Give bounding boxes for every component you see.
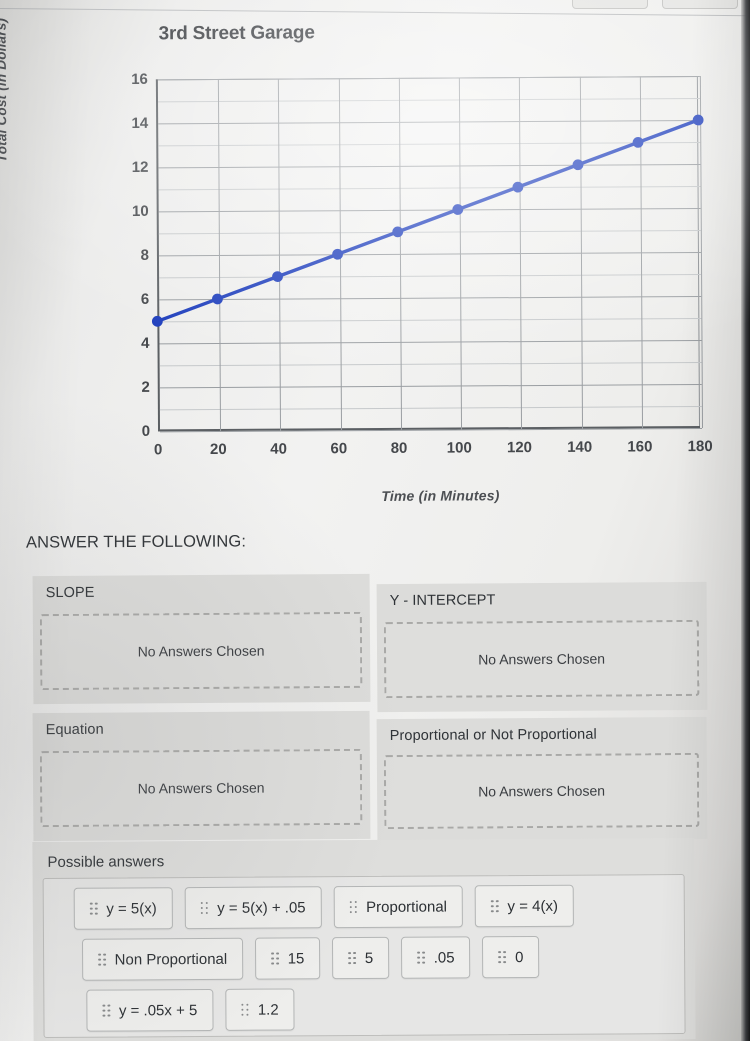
gridline-vertical bbox=[699, 76, 704, 429]
answer-chip-label: .05 bbox=[433, 948, 455, 967]
answer-chip[interactable]: 0 bbox=[482, 935, 540, 979]
answer-slot-y-intercept[interactable]: Y - INTERCEPT No Answers Chosen bbox=[376, 581, 708, 713]
data-point-marker bbox=[512, 181, 524, 193]
data-point-marker bbox=[632, 136, 644, 148]
possible-answers-label: Possible answers bbox=[47, 853, 165, 871]
possible-answers-panel: Possible answers y = 5(x) y = 5(x) + .05 P… bbox=[32, 837, 696, 1041]
possible-answers-chip-container: y = 5(x) y = 5(x) + .05 Proportional y = 4(… bbox=[42, 874, 686, 1038]
x-tick-label: 20 bbox=[209, 440, 227, 459]
y-tick-label: 16 bbox=[131, 70, 148, 88]
data-point-marker bbox=[272, 271, 283, 282]
chip-row: y = .05x + 5 1.2 bbox=[54, 986, 674, 1032]
answer-chip-label: y = .05x + 5 bbox=[118, 1001, 198, 1019]
drag-handle-icon[interactable] bbox=[89, 902, 98, 915]
chart-title: 3rd Street Garage bbox=[158, 22, 315, 45]
answer-chip[interactable]: Non Proportional bbox=[81, 937, 244, 981]
series-line bbox=[155, 118, 700, 324]
drag-handle-icon[interactable] bbox=[271, 952, 279, 965]
answer-chip-label: 1.2 bbox=[257, 1001, 279, 1019]
data-point-marker bbox=[151, 315, 163, 327]
answer-chip-label: 15 bbox=[287, 949, 305, 967]
drag-handle-icon[interactable] bbox=[200, 901, 209, 915]
answer-section-heading: ANSWER THE FOLLOWING: bbox=[25, 532, 247, 552]
answer-chip[interactable]: .05 bbox=[401, 936, 471, 979]
answer-chip-label: 5 bbox=[364, 949, 374, 967]
answer-chip-label: y = 4(x) bbox=[507, 897, 558, 915]
answer-slot-label: SLOPE bbox=[45, 584, 95, 602]
drag-handle-icon[interactable] bbox=[490, 899, 499, 913]
data-series-line bbox=[151, 114, 704, 327]
drag-handle-icon[interactable] bbox=[348, 951, 356, 965]
answer-chip-label: y = 5(x) + .05 bbox=[217, 898, 306, 917]
chart-card: 3rd Street Garage Total Cost (in Dollars… bbox=[0, 8, 750, 518]
answer-dropzone[interactable]: No Answers Chosen bbox=[383, 619, 700, 699]
answer-chip-label: y = 5(x) bbox=[106, 899, 157, 918]
x-tick-label: 80 bbox=[390, 439, 408, 457]
x-tick-label: 180 bbox=[687, 437, 713, 456]
answer-chip[interactable]: y = 4(x) bbox=[474, 884, 575, 928]
x-tick-label: 120 bbox=[506, 439, 533, 457]
answer-slot-label: Y - INTERCEPT bbox=[389, 592, 496, 610]
data-point-marker bbox=[332, 248, 344, 260]
y-tick-label: 14 bbox=[131, 114, 149, 132]
x-tick-label: 60 bbox=[330, 440, 348, 458]
answer-chip-label: Proportional bbox=[366, 897, 448, 916]
answer-chip-label: 0 bbox=[515, 948, 524, 966]
data-point-marker bbox=[392, 226, 404, 238]
chip-row: Non Proportional 15 5 .05 0 bbox=[54, 935, 674, 981]
answer-chip[interactable]: 5 bbox=[332, 936, 390, 980]
answer-chip[interactable]: Proportional bbox=[333, 885, 464, 929]
data-point-marker bbox=[692, 114, 704, 126]
answer-slot-proportionality[interactable]: Proportional or Not Proportional No Answ… bbox=[376, 716, 708, 842]
data-point-marker bbox=[572, 159, 584, 171]
x-tick-label: 100 bbox=[446, 439, 472, 457]
data-point-marker bbox=[452, 204, 464, 215]
answer-dropzone[interactable]: No Answers Chosen bbox=[39, 748, 363, 828]
y-tick-label: 2 bbox=[141, 378, 150, 396]
worksheet-page: 3rd Street Garage Total Cost (in Dollars… bbox=[0, 0, 750, 1041]
answer-chip[interactable]: y = .05x + 5 bbox=[86, 988, 214, 1032]
x-axis-label: Time (in Minutes) bbox=[381, 487, 500, 504]
y-axis-label: Total Cost (in Dollars) bbox=[0, 17, 10, 163]
drag-handle-icon[interactable] bbox=[241, 1003, 249, 1017]
x-tick-label: 0 bbox=[153, 441, 163, 459]
answer-chip[interactable]: 1.2 bbox=[225, 988, 295, 1031]
data-point-marker bbox=[212, 293, 223, 305]
y-tick-label: 8 bbox=[140, 246, 150, 264]
answer-slot-label: Equation bbox=[45, 721, 104, 739]
drag-handle-icon[interactable] bbox=[417, 951, 425, 964]
answer-chip[interactable]: y = 5(x) bbox=[73, 887, 173, 930]
drag-handle-icon[interactable] bbox=[498, 950, 507, 964]
y-tick-label: 0 bbox=[141, 422, 151, 440]
screen-bezel-right bbox=[741, 0, 750, 1041]
y-tick-label: 10 bbox=[131, 202, 149, 220]
x-tick-label: 140 bbox=[567, 438, 593, 456]
answer-chip-label: Non Proportional bbox=[114, 950, 228, 969]
y-tick-label: 4 bbox=[141, 334, 150, 352]
drag-handle-icon[interactable] bbox=[98, 953, 106, 966]
y-tick-label: 6 bbox=[140, 290, 150, 308]
drag-handle-icon[interactable] bbox=[102, 1004, 110, 1017]
answer-dropzone[interactable]: No Answers Chosen bbox=[383, 752, 700, 830]
chip-row: y = 5(x) y = 5(x) + .05 Proportional y = 4(… bbox=[54, 884, 674, 930]
x-tick-label: 160 bbox=[627, 438, 653, 456]
answer-slot-label: Proportional or Not Proportional bbox=[389, 726, 597, 745]
drag-handle-icon[interactable] bbox=[349, 900, 358, 914]
answer-dropzone[interactable]: No Answers Chosen bbox=[39, 611, 363, 691]
answer-slot-slope[interactable]: SLOPE No Answers Chosen bbox=[32, 573, 371, 705]
y-tick-label: 12 bbox=[131, 158, 149, 176]
answer-slot-equation[interactable]: Equation No Answers Chosen bbox=[32, 710, 371, 842]
answer-chip[interactable]: y = 5(x) + .05 bbox=[184, 886, 322, 930]
x-tick-label: 40 bbox=[270, 440, 287, 458]
answer-chip[interactable]: 15 bbox=[255, 937, 321, 980]
